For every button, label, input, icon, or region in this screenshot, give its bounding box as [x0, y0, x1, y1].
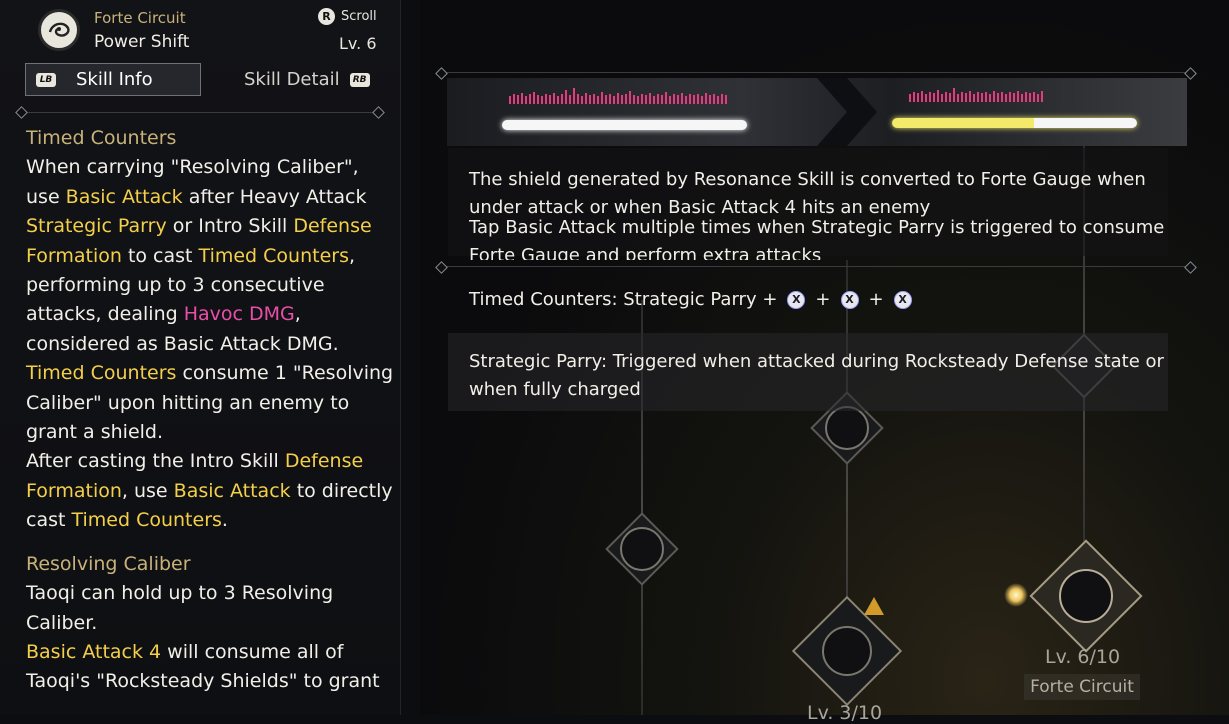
skill-paragraph: Taoqi can hold up to 3 Resolving Caliber… — [26, 582, 334, 634]
parry-description: Strategic Parry: Triggered when attacked… — [469, 351, 1164, 400]
x-button-icon: X — [787, 290, 806, 309]
skill-paragraph: After casting the Intro Skill Defense Fo… — [26, 447, 394, 535]
detail-divider — [444, 266, 1190, 267]
tab-divider — [22, 112, 377, 113]
text-run: after Heavy Attack — [182, 185, 367, 208]
text-run: to cast — [121, 244, 199, 267]
transition-arrow — [817, 78, 877, 146]
hp-bar-after — [892, 118, 1137, 128]
tab-skill-detail-label: Skill Detail — [244, 69, 340, 90]
forte-gauge-preview — [447, 78, 1187, 146]
lb-key-icon: LB — [36, 72, 56, 87]
skill-level: Lv. 6 — [339, 34, 377, 53]
warning-icon — [864, 597, 884, 615]
section-title-resolving-caliber: Resolving Caliber — [26, 552, 191, 575]
liberation-level: Lv. 3/10 — [807, 702, 883, 724]
shield-skill-icon — [825, 406, 869, 450]
section-title-timed-counters: Timed Counters — [26, 127, 177, 149]
forte-circuit-emblem-icon — [38, 9, 80, 51]
skill-paragraph: When carrying "Resolving Caliber", use B… — [26, 153, 394, 359]
banner-top-divider — [444, 72, 1190, 73]
liberation-skill-icon — [822, 626, 872, 676]
combo-plus: + — [815, 289, 831, 310]
divider-ornament — [15, 106, 28, 119]
keyword-havoc-dmg: Havoc DMG — [183, 303, 295, 326]
skill-description: Timed Counters When carrying "Resolving … — [26, 124, 394, 697]
forte-gauge-segments-after — [909, 86, 1043, 102]
hp-bar-before — [502, 120, 747, 130]
text-run: After casting the Intro Skill — [26, 450, 285, 473]
text-run: , use — [121, 479, 174, 502]
detail-description-2: Tap Basic Attack multiple times when Str… — [469, 217, 1165, 260]
divider-ornament — [372, 106, 385, 119]
forte-circuit-level: Lv. 6/10 — [1045, 646, 1121, 668]
keyword-basic-attack-4: Basic Attack 4 — [26, 640, 162, 663]
skill-paragraph: Basic Attack 4 will consume all of Taoqi… — [26, 638, 394, 697]
combo-label: Timed Counters: Strategic Parry + — [469, 289, 778, 310]
tab-skill-detail[interactable]: Skill Detail RB — [244, 69, 370, 90]
text-run: . — [221, 509, 228, 532]
keyword-timed-counters: Timed Counters — [71, 509, 222, 532]
scroll-label: Scroll — [341, 9, 377, 24]
x-button-icon: X — [893, 290, 912, 309]
keyword-basic-attack: Basic Attack — [65, 185, 183, 208]
selection-glow — [1004, 583, 1028, 607]
r-key-icon: R — [318, 8, 335, 25]
rb-key-icon: RB — [349, 72, 370, 87]
forte-gauge-segments — [509, 88, 727, 104]
keyword-strategic-parry: Strategic Parry — [26, 215, 167, 238]
header-subtitle: Forte Circuit — [94, 9, 186, 27]
forte-circuit-label: Forte Circuit — [1024, 674, 1140, 700]
skill-info-panel: Forte Circuit Power Shift R Scroll Lv. 6… — [0, 0, 401, 715]
x-button-icon: X — [840, 290, 859, 309]
text-run: or Intro Skill — [166, 215, 294, 238]
forte-circuit-icon — [1059, 569, 1113, 623]
scroll-hint: R Scroll — [318, 8, 377, 25]
inherent-skill-icon — [620, 527, 664, 571]
skill-paragraph: Timed Counters consume 1 "Resolving Cali… — [26, 359, 394, 447]
header-title: Power Shift — [94, 32, 190, 52]
keyword-timed-counters: Timed Counters — [26, 362, 177, 385]
tab-skill-info-label: Skill Info — [76, 69, 153, 90]
keyword-basic-attack: Basic Attack — [173, 479, 291, 502]
combo-input-line: Timed Counters: Strategic Parry + X + X … — [469, 289, 912, 310]
keyword-timed-counters: Timed Counters — [198, 244, 349, 267]
tab-skill-info[interactable]: LB Skill Info — [25, 63, 201, 96]
detail-description-1: The shield generated by Resonance Skill … — [469, 169, 1146, 218]
combo-plus: + — [868, 289, 884, 310]
